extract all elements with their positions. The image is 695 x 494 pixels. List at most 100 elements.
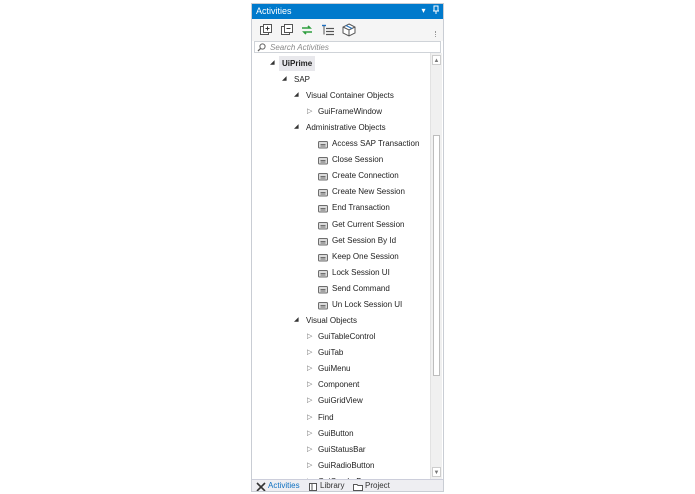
tree-node-administrative-objects[interactable]: Administrative Objects: [252, 120, 430, 135]
collapsed-arrow-icon[interactable]: [307, 414, 314, 421]
activity-item[interactable]: Access SAP Transaction: [252, 136, 430, 151]
expanded-arrow-icon[interactable]: [294, 124, 301, 131]
folder-icon: [353, 482, 363, 491]
tree-node-visual-object[interactable]: GuiGridView: [252, 393, 430, 408]
activities-tree: UiPrime SAP Visual Container Objects Gui…: [252, 53, 430, 479]
tree-node-visual-object[interactable]: GuiMenu: [252, 361, 430, 376]
search-box[interactable]: Search Activities: [254, 41, 441, 53]
collapse-all-icon[interactable]: [280, 23, 294, 37]
tree-node-label: GuiTableControl: [318, 332, 376, 341]
activities-toolbar: [252, 19, 443, 41]
toolbar-overflow-grip[interactable]: [435, 31, 439, 37]
window-position-dropdown-icon[interactable]: ▾: [418, 5, 429, 17]
tab-project[interactable]: Project: [352, 480, 390, 491]
expand-all-icon[interactable]: [259, 23, 273, 37]
activity-icon: [318, 187, 328, 197]
package-icon[interactable]: [342, 23, 356, 37]
activity-item[interactable]: Get Current Session: [252, 217, 430, 232]
activity-label: Get Session By Id: [332, 235, 397, 245]
activity-label: Send Command: [332, 283, 390, 293]
collapsed-arrow-icon[interactable]: [307, 108, 314, 115]
tab-label: Library: [320, 481, 345, 490]
filter-icon[interactable]: [321, 23, 335, 37]
activity-item[interactable]: Keep One Session: [252, 249, 430, 264]
activity-item[interactable]: Get Session By Id: [252, 233, 430, 248]
tree-node-label: Visual Objects: [306, 316, 357, 325]
expanded-arrow-icon[interactable]: [294, 92, 301, 99]
tree-node-visual-object[interactable]: GuiStatusBar: [252, 442, 430, 457]
tree-node-visual-object[interactable]: Find: [252, 410, 430, 425]
tree-node-visual-object[interactable]: GuiRadioButton: [252, 458, 430, 473]
activity-icon: [318, 155, 328, 165]
collapsed-arrow-icon[interactable]: [307, 349, 314, 356]
tree-node-sap[interactable]: SAP: [252, 72, 430, 87]
collapsed-arrow-icon[interactable]: [307, 381, 314, 388]
tree-node-visual-object[interactable]: GuiTab: [252, 345, 430, 360]
tree-scrollbar[interactable]: ▲ ▼: [430, 53, 442, 479]
tree-node-visual-container-objects[interactable]: Visual Container Objects: [252, 88, 430, 103]
activities-panel: Activities ▾ Search Activities ◢ UiPrime…: [251, 3, 444, 492]
activity-label: Get Current Session: [332, 219, 405, 229]
tree-node-label: GuiGridView: [318, 396, 363, 406]
tab-library[interactable]: Library: [307, 480, 345, 491]
activity-icon: [318, 268, 328, 278]
expanded-arrow-icon[interactable]: [270, 60, 277, 67]
tree-node-label: Component: [318, 380, 360, 390]
expanded-arrow-icon[interactable]: [282, 76, 289, 83]
activity-item[interactable]: End Transaction: [252, 200, 430, 215]
tree-node-visual-object[interactable]: Component: [252, 377, 430, 392]
activity-item[interactable]: Lock Session UI: [252, 265, 430, 280]
search-icon: [257, 43, 266, 52]
activity-item[interactable]: Create Connection: [252, 168, 430, 183]
expanded-arrow-icon[interactable]: [294, 317, 301, 324]
activity-icon: [318, 300, 328, 310]
tree-node-visual-object[interactable]: GuiTableControl: [252, 329, 430, 344]
activity-item[interactable]: Send Command: [252, 281, 430, 296]
collapsed-arrow-icon[interactable]: [307, 397, 314, 404]
activity-label: Close Session: [332, 155, 384, 165]
scroll-thumb[interactable]: [433, 135, 440, 376]
activity-label: Keep One Session: [332, 251, 399, 261]
collapsed-arrow-icon[interactable]: [307, 365, 314, 372]
tab-activities[interactable]: Activities: [255, 480, 300, 491]
tab-label: Project: [365, 481, 390, 490]
scroll-down-icon[interactable]: ▼: [432, 467, 441, 477]
activity-label: Lock Session UI: [332, 267, 390, 277]
activity-label: Un Lock Session UI: [332, 300, 403, 309]
activity-item[interactable]: Close Session: [252, 152, 430, 167]
tree-node-uiprime[interactable]: UiPrime: [252, 56, 430, 71]
tree-node-visual-object[interactable]: GuiButton: [252, 426, 430, 441]
tree-node-label: Administrative Objects: [306, 123, 386, 132]
tree-node-guiframewindow[interactable]: GuiFrameWindow: [252, 104, 430, 119]
collapsed-arrow-icon[interactable]: [307, 462, 314, 469]
tree-node-label: GuiMenu: [318, 364, 351, 374]
activity-label: Create New Session: [332, 187, 405, 197]
collapsed-arrow-icon[interactable]: [307, 446, 314, 453]
pin-icon[interactable]: [430, 5, 441, 17]
tree-node-label: Find: [318, 412, 334, 422]
bottom-tab-bar: Activities Library Project: [252, 479, 443, 491]
tree-node-label: GuiButton: [318, 428, 354, 438]
activity-item[interactable]: Un Lock Session UI: [252, 297, 430, 312]
activity-icon: [318, 252, 328, 262]
activity-icon: [318, 171, 328, 181]
activity-label: End Transaction: [332, 203, 390, 213]
refresh-icon[interactable]: [300, 23, 314, 37]
activity-icon: [318, 220, 328, 229]
activity-label: Access SAP Transaction: [332, 139, 420, 148]
activity-icon: [318, 236, 328, 246]
search-input[interactable]: Search Activities: [270, 43, 329, 52]
collapsed-arrow-icon[interactable]: [307, 430, 314, 437]
tree-node-label: UiPrime: [279, 56, 316, 71]
tab-label: Activities: [268, 481, 300, 490]
tree-node-visual-objects[interactable]: Visual Objects: [252, 313, 430, 328]
scroll-up-icon[interactable]: ▲: [432, 55, 441, 65]
panel-titlebar: Activities ▾: [252, 4, 443, 19]
tree-node-label: GuiStatusBar: [318, 444, 366, 454]
activity-icon: [318, 284, 328, 294]
tree-node-label: GuiRadioButton: [318, 460, 375, 470]
collapsed-arrow-icon[interactable]: [307, 333, 314, 340]
tree-node-label: SAP: [294, 75, 311, 84]
activity-item[interactable]: Create New Session: [252, 184, 430, 199]
tree-node-label: Visual Container Objects: [306, 91, 394, 100]
